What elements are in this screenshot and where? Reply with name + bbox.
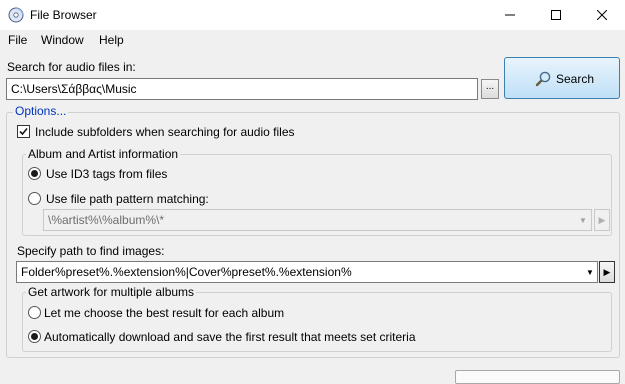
album-artist-group-title: Album and Artist information bbox=[26, 147, 181, 161]
bottom-progress-bar bbox=[455, 370, 620, 384]
cd-disc-icon bbox=[8, 7, 24, 23]
window-title: File Browser bbox=[30, 8, 97, 22]
use-pattern-label: Use file path pattern matching: bbox=[46, 192, 209, 206]
search-folder-input[interactable]: C:\Users\Σάββας\Music bbox=[6, 78, 478, 100]
play-arrow-icon: ▶ bbox=[598, 215, 606, 225]
checkmark-icon bbox=[19, 127, 28, 136]
maximize-icon bbox=[551, 10, 561, 20]
use-id3-label: Use ID3 tags from files bbox=[46, 167, 168, 181]
artwork-group-title: Get artwork for multiple albums bbox=[26, 285, 197, 299]
images-path-label: Specify path to find images: bbox=[17, 244, 165, 258]
magnifier-icon bbox=[535, 71, 551, 87]
choose-best-label: Let me choose the best result for each a… bbox=[44, 306, 285, 320]
close-icon bbox=[597, 10, 607, 20]
choose-best-radio[interactable] bbox=[28, 306, 41, 319]
search-button-label: Search bbox=[556, 72, 595, 86]
include-subfolders-label: Include subfolders when searching for au… bbox=[35, 125, 295, 139]
chevron-down-icon: ▼ bbox=[586, 268, 594, 277]
play-arrow-icon: ▶ bbox=[603, 267, 611, 277]
chevron-down-icon: ▼ bbox=[579, 216, 587, 225]
minimize-icon bbox=[505, 14, 515, 16]
menu-window[interactable]: Window bbox=[41, 33, 84, 47]
minimize-button[interactable] bbox=[487, 0, 533, 30]
pattern-combo[interactable]: \%artist%\%album%\* bbox=[43, 209, 592, 231]
search-folder-label: Search for audio files in: bbox=[7, 60, 136, 74]
title-bar: File Browser bbox=[0, 0, 625, 30]
menu-help[interactable]: Help bbox=[99, 33, 124, 47]
use-pattern-radio[interactable] bbox=[28, 192, 41, 205]
include-subfolders-checkbox[interactable] bbox=[17, 125, 30, 138]
menu-bar bbox=[0, 30, 625, 50]
maximize-button[interactable] bbox=[533, 0, 579, 30]
images-path-combo[interactable]: Folder%preset%.%extension%|Cover%preset%… bbox=[16, 261, 598, 283]
search-button[interactable]: Search bbox=[504, 57, 620, 99]
browse-button[interactable]: ... bbox=[481, 79, 499, 99]
auto-download-label: Automatically download and save the firs… bbox=[44, 330, 416, 344]
close-button[interactable] bbox=[579, 0, 625, 30]
use-id3-radio[interactable] bbox=[28, 167, 41, 180]
pattern-play-button[interactable]: ▶ bbox=[594, 209, 610, 231]
auto-download-radio[interactable] bbox=[28, 330, 41, 343]
options-group-title[interactable]: Options... bbox=[13, 104, 69, 118]
menu-file[interactable]: File bbox=[8, 33, 27, 47]
images-play-button[interactable]: ▶ bbox=[599, 261, 615, 283]
